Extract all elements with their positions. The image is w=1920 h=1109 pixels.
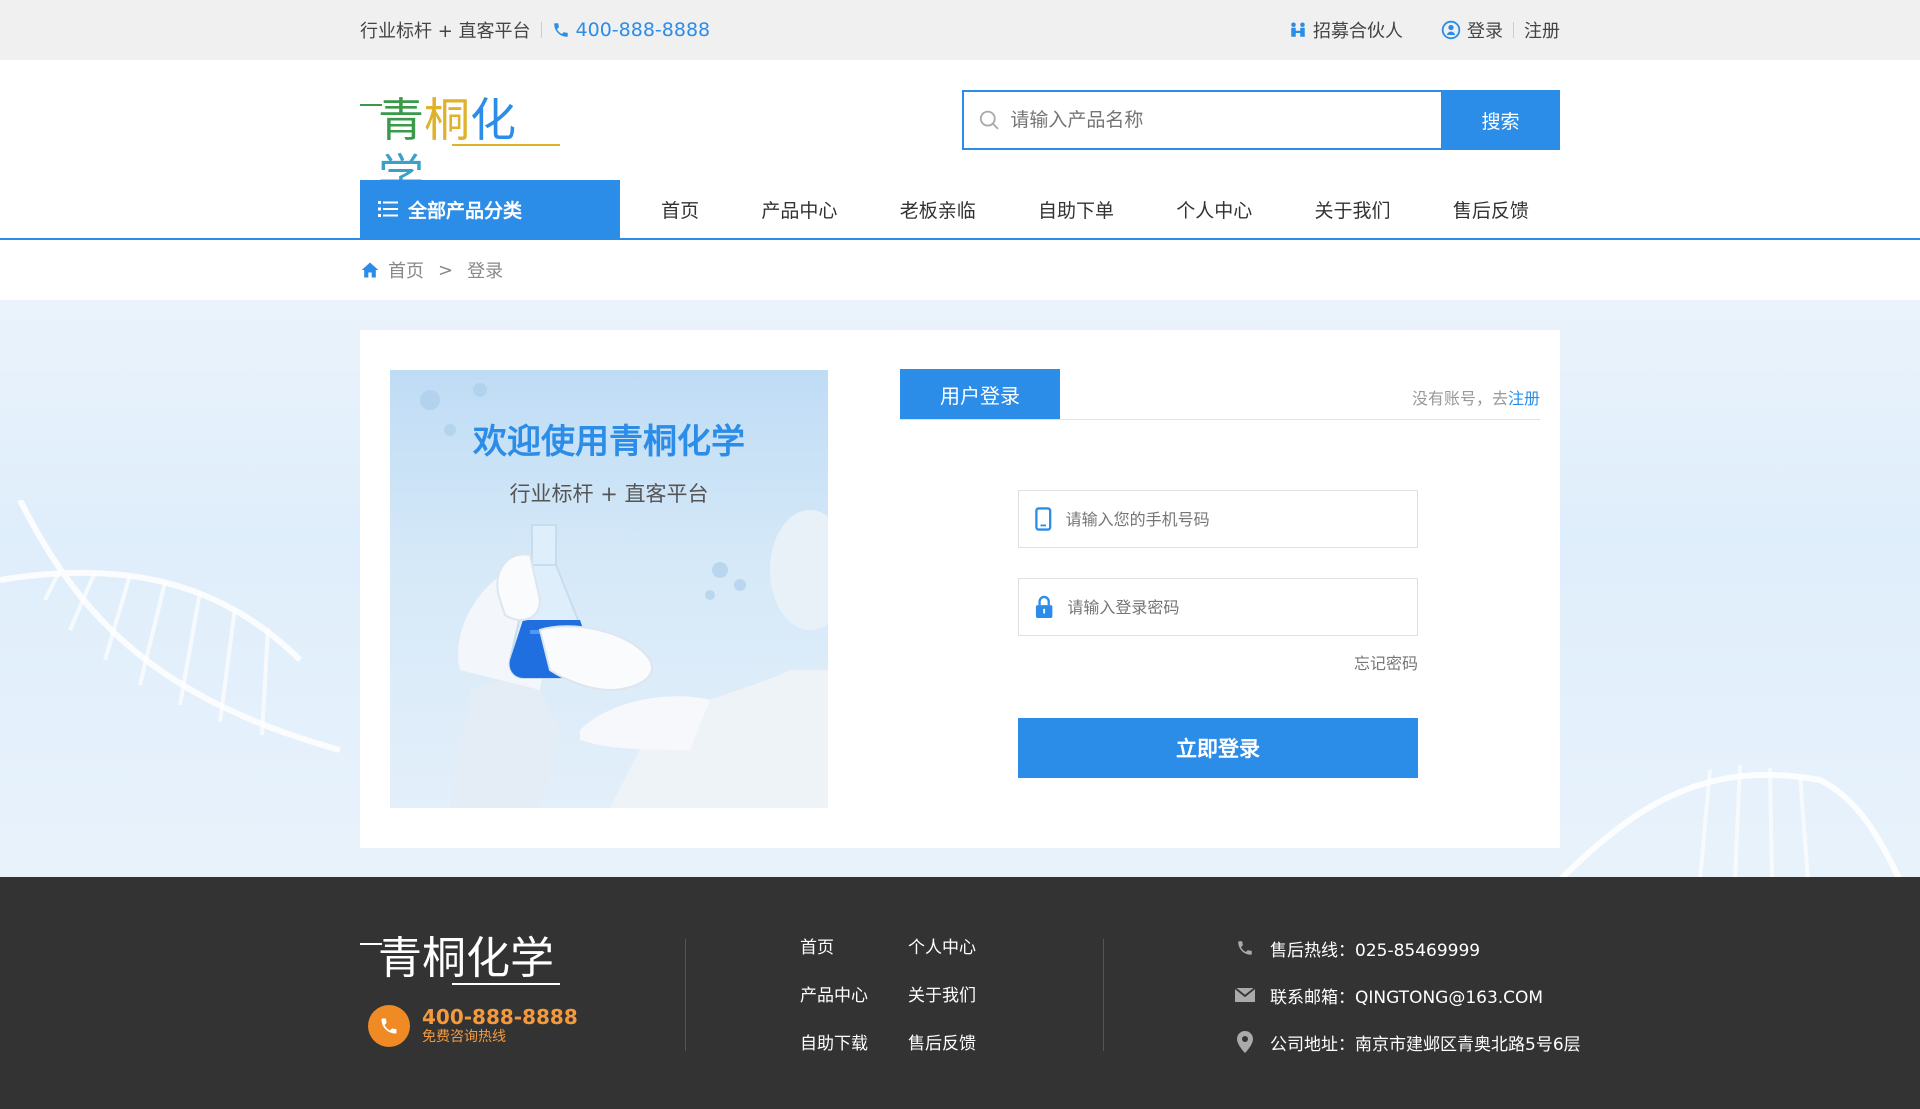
breadcrumb-home[interactable]: 首页 bbox=[388, 257, 424, 283]
footer: 青桐化学 400-888-8888 免费咨询热线 首页 个人中心 产品中心 关于… bbox=[0, 877, 1920, 1109]
partner-label: 招募合伙人 bbox=[1313, 21, 1403, 42]
site-logo[interactable]: 青桐化学 bbox=[360, 92, 560, 203]
all-categories-button[interactable]: 全部产品分类 bbox=[360, 180, 620, 238]
password-field bbox=[1018, 578, 1418, 636]
footer-divider bbox=[685, 939, 686, 1051]
nav-item-feedback[interactable]: 售后反馈 bbox=[1453, 196, 1529, 223]
phone-circle-icon bbox=[368, 1005, 410, 1047]
user-icon bbox=[1441, 20, 1461, 40]
flask-illustration bbox=[420, 383, 828, 808]
phone-input[interactable] bbox=[1065, 509, 1417, 529]
footer-contact: 售后热线：025-85469999 联系邮箱：QINGTONG@163.COM … bbox=[1234, 937, 1581, 1078]
partner-link[interactable]: 招募合伙人 bbox=[1289, 17, 1403, 43]
lock-icon bbox=[1035, 595, 1053, 618]
register-link[interactable]: 注册 bbox=[1508, 389, 1540, 408]
breadcrumb: 首页 > 登录 bbox=[0, 240, 1920, 300]
list-icon bbox=[378, 201, 398, 217]
all-categories-label: 全部产品分类 bbox=[408, 199, 523, 222]
login-card: 欢迎使用青桐化学 行业标杆 + 直客平台 用户登录 没有账号，去注册 请输入您的… bbox=[360, 330, 1560, 848]
top-left: 行业标杆 + 直客平台 400-888-8888 bbox=[360, 17, 710, 43]
nav-item-home[interactable]: 首页 bbox=[661, 196, 699, 223]
nav-item-about[interactable]: 关于我们 bbox=[1315, 196, 1391, 223]
no-account-text: 没有账号，去 bbox=[1411, 389, 1508, 408]
top-phone: 400-888-8888 bbox=[552, 19, 711, 41]
footer-link-products[interactable]: 产品中心 bbox=[800, 985, 908, 1007]
location-icon bbox=[1237, 1031, 1253, 1053]
footer-links: 首页 个人中心 产品中心 关于我们 自助下载 售后反馈 bbox=[800, 937, 998, 1055]
nav-item-personal[interactable]: 个人中心 bbox=[1176, 196, 1252, 223]
main-area: 欢迎使用青桐化学 行业标杆 + 直客平台 用户登录 没有账号，去注册 请输入您的… bbox=[0, 300, 1920, 878]
main-nav: 全部产品分类 首页 产品中心 老板亲临 自助下单 个人中心 关于我们 售后反馈 bbox=[0, 180, 1920, 240]
login-tabs: 用户登录 没有账号，去注册 bbox=[900, 369, 1540, 420]
search-box bbox=[962, 90, 1441, 150]
top-phone-number: 400-888-8888 bbox=[575, 19, 711, 41]
header: 青桐化学 搜索 bbox=[0, 60, 1920, 203]
footer-hotline: 售后热线：025-85469999 bbox=[1234, 937, 1581, 961]
mobile-icon bbox=[1035, 507, 1052, 531]
slogan: 行业标杆 + 直客平台 bbox=[360, 21, 531, 42]
search-icon bbox=[979, 110, 999, 130]
search-input[interactable] bbox=[1010, 109, 1441, 131]
top-bar: 行业标杆 + 直客平台 400-888-8888 招募合伙人 登录 注册 bbox=[0, 0, 1920, 60]
footer-divider bbox=[1103, 939, 1104, 1051]
top-login-label: 登录 bbox=[1467, 21, 1503, 42]
dna-decoration-left bbox=[0, 500, 341, 753]
search-bar: 搜索 bbox=[962, 90, 1560, 150]
mail-icon bbox=[1235, 987, 1255, 1002]
footer-logo: 青桐化学 bbox=[360, 933, 560, 985]
phone-icon bbox=[553, 23, 568, 37]
search-button[interactable]: 搜索 bbox=[1441, 90, 1560, 150]
nav-item-self-order[interactable]: 自助下单 bbox=[1038, 196, 1114, 223]
tab-user-login[interactable]: 用户登录 bbox=[900, 369, 1060, 419]
footer-phone: 400-888-8888 免费咨询热线 bbox=[368, 1005, 578, 1047]
breadcrumb-current: 登录 bbox=[467, 261, 504, 282]
footer-link-download[interactable]: 自助下载 bbox=[800, 1033, 908, 1055]
phone-field bbox=[1018, 490, 1418, 548]
footer-phone-number: 400-888-8888 bbox=[422, 1005, 578, 1029]
footer-email: 联系邮箱：QINGTONG@163.COM bbox=[1234, 984, 1581, 1008]
footer-link-personal[interactable]: 个人中心 bbox=[908, 937, 998, 959]
forgot-password-link[interactable]: 忘记密码 bbox=[1018, 650, 1418, 674]
phone-icon bbox=[1238, 941, 1252, 955]
breadcrumb-separator: > bbox=[438, 259, 454, 281]
login-panel: 用户登录 没有账号，去注册 忘记密码 立即登录 bbox=[900, 369, 1540, 778]
partner-icon bbox=[1291, 22, 1305, 37]
top-register-link[interactable]: 注册 bbox=[1524, 17, 1560, 43]
footer-phone-label: 免费咨询热线 bbox=[422, 1029, 506, 1045]
footer-address: 公司地址：南京市建邺区青奥北路5号6层 bbox=[1234, 1031, 1581, 1055]
footer-link-feedback[interactable]: 售后反馈 bbox=[908, 1033, 998, 1055]
footer-link-about[interactable]: 关于我们 bbox=[908, 985, 998, 1007]
nav-item-products[interactable]: 产品中心 bbox=[761, 196, 837, 223]
home-icon bbox=[361, 262, 379, 278]
nav-item-boss[interactable]: 老板亲临 bbox=[900, 196, 976, 223]
top-login-link[interactable]: 登录 bbox=[1441, 17, 1503, 43]
login-submit-button[interactable]: 立即登录 bbox=[1018, 718, 1418, 778]
divider bbox=[1513, 22, 1514, 38]
top-right: 招募合伙人 登录 注册 bbox=[1289, 17, 1560, 43]
welcome-banner: 欢迎使用青桐化学 行业标杆 + 直客平台 bbox=[390, 370, 828, 808]
divider bbox=[540, 22, 542, 38]
password-input[interactable] bbox=[1067, 597, 1417, 617]
register-prompt: 没有账号，去注册 bbox=[1412, 385, 1540, 419]
footer-link-home[interactable]: 首页 bbox=[800, 937, 908, 959]
nav-list: 首页 产品中心 老板亲临 自助下单 个人中心 关于我们 售后反馈 bbox=[620, 180, 1560, 238]
dna-decoration-right bbox=[1560, 764, 1903, 878]
